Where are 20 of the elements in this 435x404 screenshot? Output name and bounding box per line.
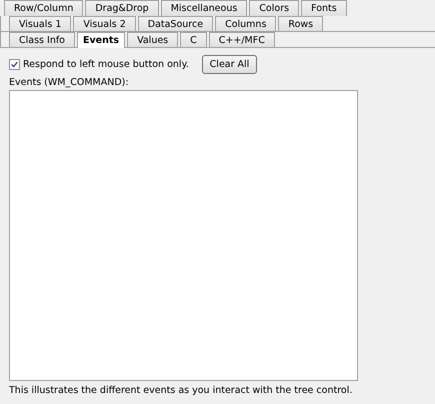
checkbox[interactable] (9, 59, 20, 70)
tab[interactable]: Fonts (301, 0, 347, 16)
tab[interactable]: Columns (215, 16, 276, 31)
tab[interactable]: Class Info (9, 32, 75, 47)
clear-all-button[interactable]: Clear All (202, 55, 257, 74)
tab[interactable]: Visuals 1 (9, 16, 72, 31)
tab[interactable]: DataSource (138, 16, 214, 31)
tab[interactable]: Events (77, 32, 126, 48)
tab[interactable]: Values (127, 32, 178, 47)
tab[interactable]: Miscellaneous (160, 0, 248, 16)
tab[interactable]: C (180, 32, 207, 47)
checkbox-label[interactable]: Respond to left mouse button only. (23, 59, 189, 70)
tab[interactable]: Visuals 2 (73, 16, 136, 31)
tab[interactable]: Colors (249, 0, 300, 16)
tab[interactable]: Rows (278, 16, 324, 31)
footer-text: This illustrates the different events as you interact with the tree control. (9, 385, 354, 396)
tab[interactable]: C++/MFC (208, 32, 275, 47)
events-label: Events (WM_COMMAND): (9, 77, 130, 89)
tab[interactable]: Row/Column (4, 0, 84, 16)
tab[interactable]: Drag&Drop (85, 0, 159, 16)
